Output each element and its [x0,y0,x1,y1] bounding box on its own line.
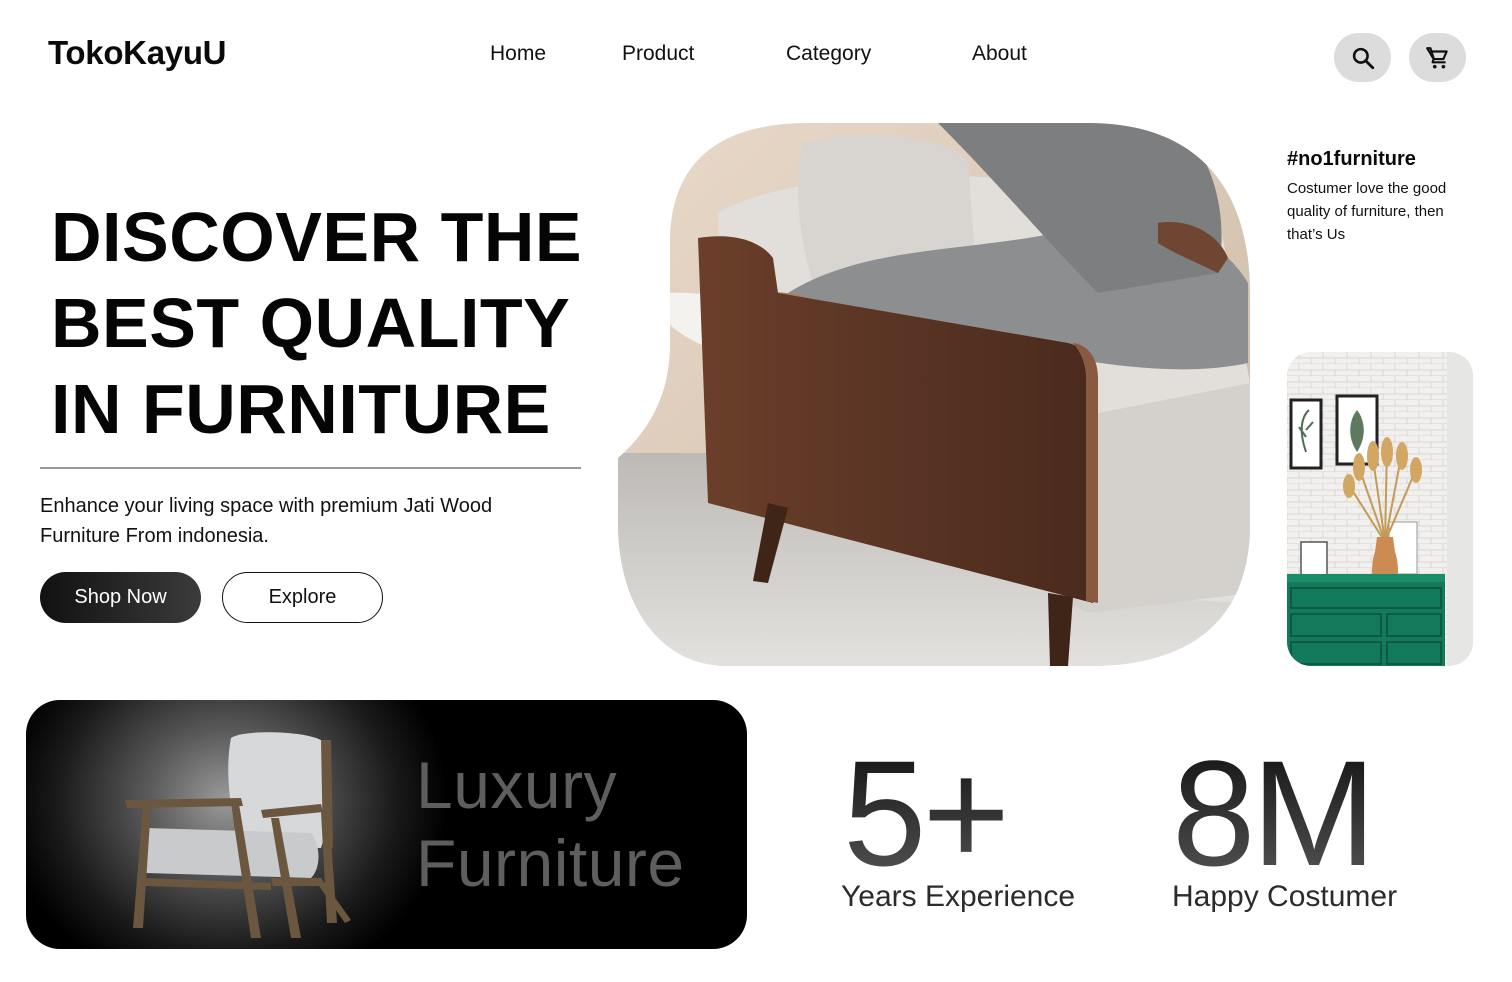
decor-dresser-image [1287,352,1473,666]
brand-logo[interactable]: TokoKayuU [48,34,227,72]
hero-armchair-image [618,123,1250,666]
hero-title: DISCOVER THE BEST QUALITY IN FURNITURE [51,194,611,452]
banner-line-1: Luxury [416,748,618,822]
stat-customers-label: Happy Costumer [1172,880,1398,913]
hero-title-line-3: IN FURNITURE [51,370,551,448]
banner-line-2: Furniture [416,826,685,900]
stat-years-value: 5+ [843,729,1010,897]
hero-title-line-1: DISCOVER THE [51,198,583,276]
shop-now-button[interactable]: Shop Now [40,572,201,623]
nav-home[interactable]: Home [490,42,546,66]
armchair-image [125,732,351,938]
explore-button[interactable]: Explore [222,572,383,623]
hero-title-line-2: BEST QUALITY [51,284,571,362]
nav-product[interactable]: Product [622,42,694,66]
search-button[interactable] [1334,33,1391,82]
highlight-tag: #no1furniture [1287,148,1416,170]
nav-category[interactable]: Category [786,42,871,66]
nav-about[interactable]: About [972,42,1027,66]
stat-years-label: Years Experience [841,880,1076,913]
banner-title: Luxury Furniture [416,746,685,902]
cart-icon [1425,46,1448,69]
highlight-text: Costumer love the good quality of furnit… [1287,180,1447,243]
luxury-furniture-banner[interactable]: Luxury Furniture [26,700,747,949]
search-icon [1352,47,1374,69]
stat-customers-value: 8M [1172,729,1376,897]
hero-description: Enhance your living space with premium J… [40,495,493,547]
hero-divider [40,467,581,469]
cart-button[interactable] [1409,33,1466,82]
